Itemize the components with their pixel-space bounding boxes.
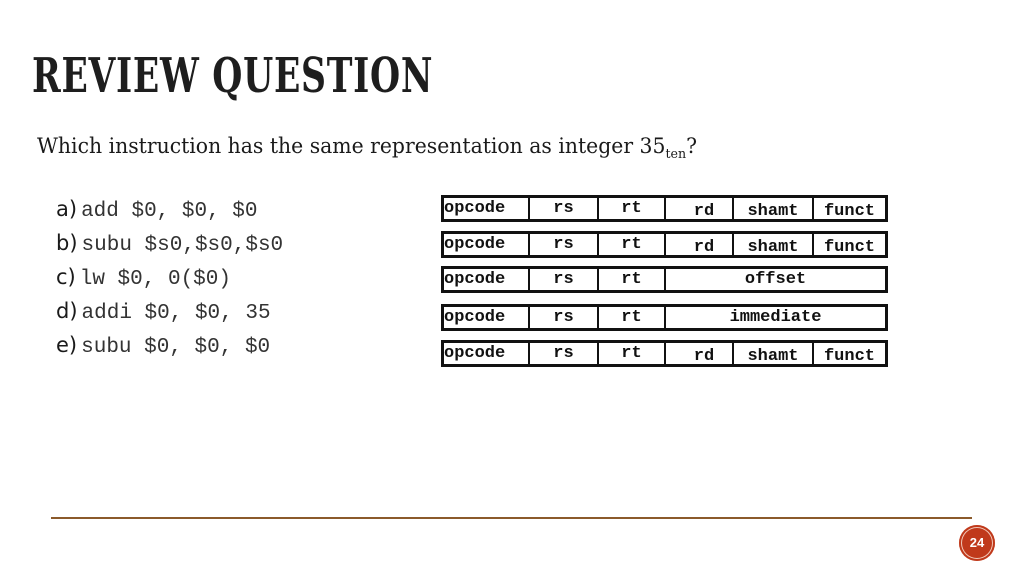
- field-rt: rt: [597, 198, 664, 219]
- answer-d: d) addi $0, $0, 35: [56, 296, 283, 330]
- field-rt: rt: [597, 234, 664, 255]
- answer-list: a) add $0, $0, $0 b) subu $s0,$s0,$s0 c) lw…: [56, 194, 283, 364]
- field-offset: offset: [664, 269, 885, 290]
- format-row-r-1: opcode rs rt rd shamt funct: [441, 195, 888, 222]
- answer-e: e) subu $0, $0, $0: [56, 330, 283, 364]
- field-rt: rt: [597, 343, 664, 364]
- field-rt: rt: [597, 307, 664, 328]
- field-funct: funct: [812, 198, 885, 221]
- answer-code: subu $0, $0, $0: [81, 336, 271, 359]
- field-rs: rs: [528, 234, 597, 255]
- answer-code: lw $0, 0($0): [79, 268, 231, 291]
- field-rs: rs: [528, 269, 597, 290]
- format-row-r-3: opcode rs rt rd shamt funct: [441, 340, 888, 367]
- format-row-r-2: opcode rs rt rd shamt funct: [441, 231, 888, 258]
- answer-c: c) lw $0, 0($0): [56, 262, 283, 296]
- field-funct: funct: [812, 343, 885, 366]
- question-body: Which instruction has the same represent…: [37, 134, 666, 158]
- field-rd: rd: [664, 343, 732, 366]
- format-row-i-immediate: opcode rs rt immediate: [441, 304, 888, 331]
- question-text: Which instruction has the same represent…: [37, 134, 697, 162]
- field-rd: rd: [664, 198, 732, 221]
- answer-letter: a): [56, 197, 78, 221]
- question-subscript: ten: [665, 147, 687, 162]
- format-row-i-offset: opcode rs rt offset: [441, 266, 888, 293]
- answer-code: add $0, $0, $0: [81, 200, 258, 223]
- field-opcode: opcode: [444, 308, 506, 327]
- field-rd: rd: [664, 234, 732, 257]
- field-opcode: opcode: [444, 344, 506, 363]
- field-rs: rs: [528, 343, 597, 364]
- field-opcode: opcode: [444, 199, 506, 218]
- page-number-badge: 24: [959, 525, 995, 561]
- field-shamt: shamt: [732, 234, 812, 257]
- field-rs: rs: [528, 198, 597, 219]
- field-rt: rt: [597, 269, 664, 290]
- slide-title: REVIEW QUESTION: [32, 48, 434, 104]
- answer-letter: e): [56, 333, 78, 357]
- field-immediate: immediate: [664, 307, 885, 328]
- answer-code: addi $0, $0, 35: [81, 302, 271, 325]
- field-opcode: opcode: [444, 235, 506, 254]
- answer-b: b) subu $s0,$s0,$s0: [56, 228, 283, 262]
- answer-a: a) add $0, $0, $0: [56, 194, 283, 228]
- footer-divider: [51, 517, 972, 519]
- answer-code: subu $s0,$s0,$s0: [81, 234, 284, 257]
- field-funct: funct: [812, 234, 885, 257]
- field-rs: rs: [528, 307, 597, 328]
- field-opcode: opcode: [444, 270, 506, 289]
- page-number: 24: [969, 535, 985, 550]
- answer-letter: b): [56, 231, 78, 255]
- field-shamt: shamt: [732, 198, 812, 221]
- answer-letter: d): [56, 299, 78, 323]
- question-suffix: ?: [686, 134, 698, 158]
- field-shamt: shamt: [732, 343, 812, 366]
- answer-letter: c): [56, 265, 76, 289]
